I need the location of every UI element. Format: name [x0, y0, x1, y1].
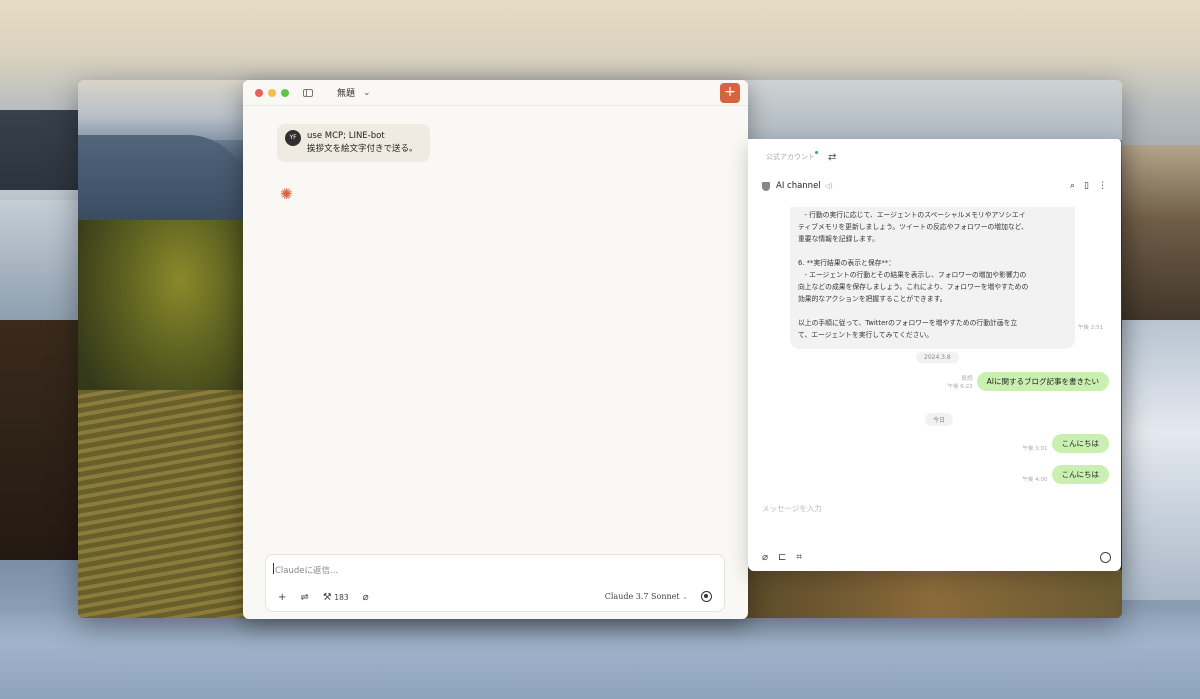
tools-button[interactable]: ⚒ 183 — [323, 592, 349, 603]
window-controls — [255, 88, 289, 97]
wallpaper-ridge — [0, 110, 80, 200]
more-icon[interactable]: ⋮ — [1098, 181, 1107, 191]
notification-dot — [815, 150, 818, 154]
wallpaper-trees — [0, 320, 80, 560]
mute-icon[interactable]: ◁) — [825, 182, 833, 190]
user-message-line: 挨拶文を絵文字付きで送る。 — [307, 144, 418, 154]
model-selector[interactable]: Claude 3.7 Sonnet ⌄ — [605, 592, 688, 601]
photo-vineyard — [78, 390, 248, 618]
hammer-icon: ⚒ — [322, 592, 332, 603]
line-top-bar: 公式アカウント ⇄ — [748, 139, 1121, 175]
sent-message: AIに関するブログ記事を書きたい — [976, 372, 1109, 391]
close-window-button[interactable] — [255, 88, 263, 97]
new-chat-button[interactable]: + — [720, 82, 740, 103]
sent-message-row: 午後 3:01 こんにちは — [1022, 434, 1109, 453]
message-meta: 既読 午後 6:22 — [948, 375, 973, 391]
message-timestamp: 午後 6:22 — [947, 384, 973, 390]
chevron-down-icon[interactable]: ⌄ — [363, 88, 371, 98]
user-message-text: use MCP; LINE-bot 挨拶文を絵文字付きで送る。 — [307, 130, 418, 156]
minimize-window-button[interactable] — [268, 88, 276, 97]
message-list[interactable]: - 行動の実行に応じて、エージェントのスペーシャルメモリやアソシエイ ティブメモ… — [748, 207, 1121, 502]
model-name: Claude 3.7 Sonnet — [604, 592, 680, 601]
avatar: YF — [285, 130, 301, 146]
sent-message-row: 既読 午後 6:22 AIに関するブログ記事を書きたい — [948, 372, 1109, 391]
tools-count: 183 — [334, 593, 349, 602]
add-icon[interactable]: + — [278, 592, 286, 603]
channel-name: AI channel — [776, 181, 821, 191]
header-actions: ⌕ ▯ ⋮ — [1070, 181, 1107, 191]
photo-field — [742, 570, 1122, 618]
photo-clouds — [742, 80, 1122, 140]
voice-record-button[interactable] — [701, 591, 712, 602]
zoom-window-button[interactable] — [281, 88, 289, 97]
line-toolbar: ⌀ ⊏ ⌗ — [762, 552, 802, 563]
bot-message: - 行動の実行に応じて、エージェントのスペーシャルメモリやアソシエイ ティブメモ… — [790, 207, 1075, 349]
date-divider: 2024.3.8 — [916, 352, 959, 363]
message-composer: Claudeに返信... + ⇌ ⚒ 183 ⌀ Claude 3.7 Sonn… — [265, 554, 725, 612]
swap-icon[interactable]: ⇄ — [828, 152, 836, 163]
reply-input[interactable]: Claudeに返信... — [272, 563, 338, 576]
wallpaper-fog — [0, 190, 80, 330]
claude-spark-icon: ✺ — [280, 185, 293, 203]
message-timestamp: 午後 4:00 — [1022, 477, 1048, 483]
emoji-icon[interactable] — [1100, 552, 1111, 563]
settings-sliders-icon[interactable]: ⇌ — [300, 592, 308, 603]
shield-icon — [762, 181, 770, 191]
chat-header: AI channel ◁) ⌕ ▯ ⋮ — [748, 175, 1121, 197]
sent-message: こんにちは — [1051, 434, 1109, 453]
claude-titlebar: 無題 ⌄ + — [243, 80, 748, 106]
attach-icon[interactable]: ⌀ — [762, 552, 768, 563]
wallpaper-bottom-fog — [0, 609, 1200, 699]
crop-icon[interactable]: ⌗ — [796, 552, 802, 563]
search-icon[interactable]: ⌕ — [1070, 181, 1075, 191]
attach-icon[interactable]: ⌀ — [363, 592, 369, 603]
date-divider: 今日 — [925, 413, 954, 426]
claude-window: 無題 ⌄ + YF use MCP; LINE-bot 挨拶文を絵文字付きで送る… — [243, 80, 748, 619]
user-message: YF use MCP; LINE-bot 挨拶文を絵文字付きで送る。 — [277, 124, 430, 162]
bookmark-icon[interactable]: ⊏ — [778, 552, 786, 563]
message-timestamp: 午後 2:51 — [1078, 325, 1104, 331]
read-receipt: 既読 — [961, 376, 973, 382]
message-timestamp: 午後 3:01 — [1022, 446, 1048, 452]
chevron-down-icon: ⌄ — [682, 593, 688, 601]
line-window: 公式アカウント ⇄ AI channel ◁) ⌕ ▯ ⋮ - 行動の実行に応じ… — [748, 139, 1121, 571]
notes-icon[interactable]: ▯ — [1084, 181, 1089, 191]
conversation-title[interactable]: 無題 — [337, 86, 355, 99]
sidebar-toggle-icon[interactable] — [303, 88, 313, 97]
message-input[interactable]: メッセージを入力 — [762, 503, 822, 514]
wallpaper-fog-right — [1120, 320, 1200, 600]
tab-official-account[interactable]: 公式アカウント — [766, 152, 815, 162]
wallpaper-ridge-right — [1120, 145, 1200, 335]
composer-toolbar: + ⇌ ⚒ 183 ⌀ — [278, 592, 369, 603]
user-message-line: use MCP; LINE-bot — [307, 131, 385, 141]
sent-message: こんにちは — [1051, 465, 1109, 484]
sent-message-row: 午後 4:00 こんにちは — [1022, 465, 1109, 484]
